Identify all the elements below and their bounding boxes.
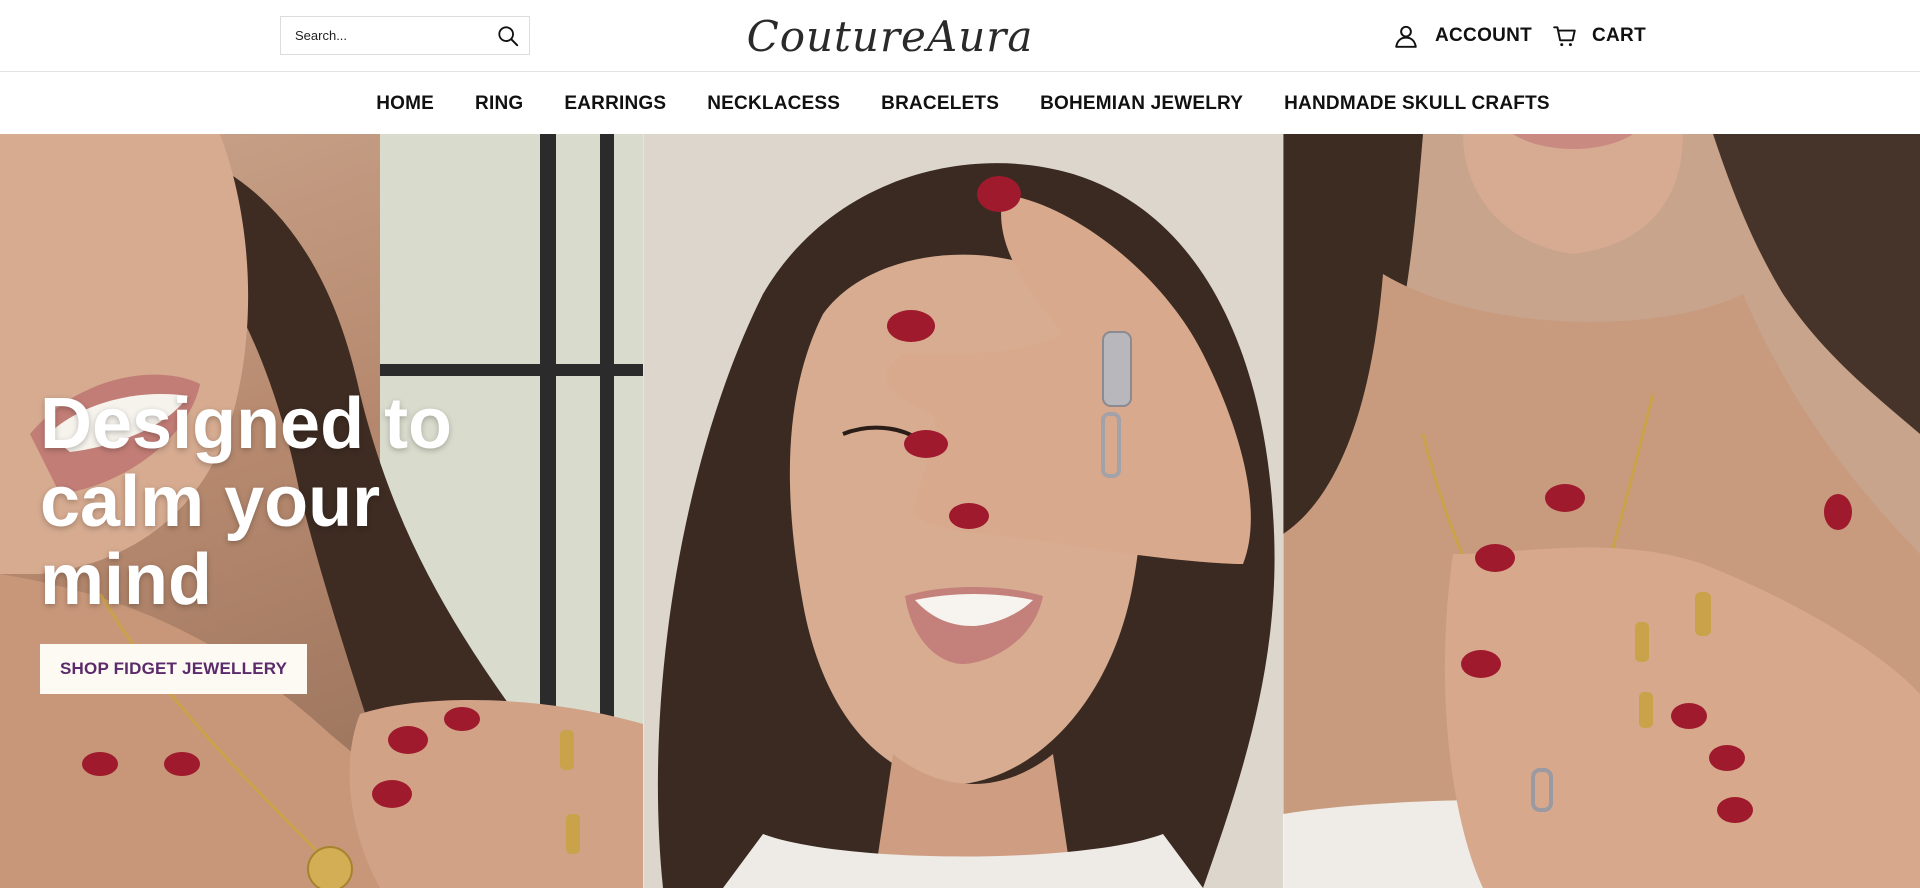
- site-logo[interactable]: CoutureAura: [747, 8, 1033, 64]
- nav-item-bracelets[interactable]: BRACELETS: [881, 93, 999, 115]
- user-icon: [1395, 25, 1417, 48]
- hero-divider: [1283, 134, 1284, 888]
- hero-divider: [643, 134, 644, 888]
- cart-label: CART: [1592, 25, 1646, 46]
- cart-icon: [1553, 26, 1576, 47]
- shop-fidget-jewellery-button[interactable]: SHOP FIDGET JEWELLERY: [40, 644, 308, 694]
- hero-photo-right: [1283, 134, 1920, 888]
- nav-item-ring[interactable]: RING: [475, 93, 523, 115]
- nav-item-home[interactable]: HOME: [376, 93, 434, 115]
- hero-title: Designed to calm your mind: [40, 384, 453, 620]
- hero-photo-center-art: [643, 134, 1283, 888]
- site-header: CoutureAura ACCOUNT CART: [0, 0, 1920, 72]
- logo-text: CoutureAura: [746, 11, 1034, 61]
- nav-item-necklaces[interactable]: NECKLACESS: [707, 93, 840, 115]
- nav-item-handmade-skull-crafts[interactable]: HANDMADE SKULL CRAFTS: [1284, 93, 1550, 115]
- hero-photo-right-art: [1283, 134, 1920, 888]
- nav-item-earrings[interactable]: EARRINGS: [564, 93, 666, 115]
- main-nav: HOME RING EARRINGS NECKLACESS BRACELETS …: [0, 73, 1920, 134]
- hero-photo-center: [643, 134, 1283, 888]
- cart-link[interactable]: CART: [1552, 20, 1646, 52]
- search-box: [280, 16, 530, 55]
- search-icon: [498, 25, 519, 46]
- account-label: ACCOUNT: [1435, 25, 1533, 46]
- account-link[interactable]: ACCOUNT: [1393, 20, 1532, 52]
- search-button[interactable]: [487, 17, 529, 54]
- nav-item-bohemian-jewelry[interactable]: BOHEMIAN JEWELRY: [1040, 93, 1243, 115]
- cta-label: SHOP FIDGET JEWELLERY: [60, 659, 288, 678]
- hero-text-block: Designed to calm your mind: [40, 385, 520, 619]
- search-input[interactable]: [281, 17, 487, 54]
